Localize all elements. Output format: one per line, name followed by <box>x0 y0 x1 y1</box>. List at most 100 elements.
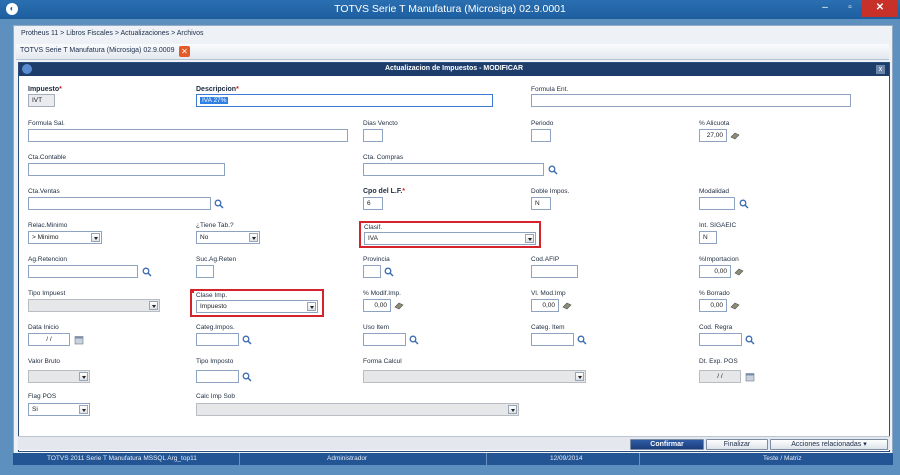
calculator-icon[interactable] <box>730 131 740 141</box>
impuesto-field[interactable]: IVT <box>28 94 55 107</box>
dias-vencto-label: Dias Vencto <box>363 120 398 127</box>
modif-imp-field[interactable]: 0,00 <box>363 299 391 312</box>
formula-ent-label: Formula Ent. <box>531 86 569 93</box>
valor-bruto-select[interactable] <box>28 370 90 383</box>
chevron-down-icon[interactable] <box>79 405 88 414</box>
tipo-impuest-select[interactable] <box>28 299 160 312</box>
doble-impos-label: Doble Impos. <box>531 188 570 195</box>
status-bar: TOTVS 2011 Serie T Manufatura MSSQL Arg_… <box>13 453 893 465</box>
status-divider <box>239 453 240 465</box>
search-icon[interactable] <box>745 335 755 345</box>
search-icon[interactable] <box>548 165 558 175</box>
dt-exp-pos-field[interactable]: / / <box>699 370 741 383</box>
categ-item-field[interactable] <box>531 333 574 346</box>
clasif-select[interactable]: IVA <box>364 232 536 245</box>
int-sigaeic-field[interactable]: N <box>699 231 717 244</box>
descripcion-field[interactable]: IVA 27% <box>196 94 493 107</box>
ag-retencion-field[interactable] <box>28 265 138 278</box>
formula-sal-label: Formula Sal. <box>28 120 65 127</box>
dialog-close-button[interactable]: x <box>876 65 885 74</box>
status-branch: Teste / Matriz <box>763 455 802 462</box>
chevron-down-icon[interactable] <box>575 372 584 381</box>
search-icon[interactable] <box>142 267 152 277</box>
provincia-field[interactable] <box>363 265 381 278</box>
cta-contable-label: Cta.Contable <box>28 154 66 161</box>
suc-ag-reten-field[interactable] <box>196 265 214 278</box>
cpo-lf-field[interactable]: 6 <box>363 197 383 210</box>
chevron-down-icon[interactable] <box>307 302 316 311</box>
acciones-relacionadas-button[interactable]: Acciones relacionadas ▾ <box>770 439 888 450</box>
finalizar-button[interactable]: Finalizar <box>706 439 768 450</box>
clase-imp-label: Clase Imp. <box>196 292 228 299</box>
borrado-field[interactable]: 0,00 <box>699 299 727 312</box>
forma-calcul-select[interactable] <box>363 370 586 383</box>
cta-ventas-label: Cta.Ventas <box>28 188 60 195</box>
minimize-button[interactable]: – <box>812 0 838 17</box>
confirmar-button[interactable]: Confirmar <box>630 439 704 450</box>
periodo-field[interactable] <box>531 129 551 142</box>
tab-main[interactable]: TOTVS Serie T Manufatura (Microsiga) 02.… <box>20 47 174 54</box>
data-inicio-label: Data Inicio <box>28 324 59 331</box>
descripcion-label: Descripcion* <box>196 86 239 93</box>
maximize-button[interactable]: ▫ <box>838 0 862 17</box>
doble-impos-field[interactable]: N <box>531 197 551 210</box>
vl-mod-imp-label: Vl. Mod.Imp <box>531 290 566 297</box>
close-window-button[interactable]: ✕ <box>862 0 898 17</box>
modalidad-field[interactable] <box>699 197 735 210</box>
dialog-title: Actualizacion de Impuestos - MODIFICAR <box>384 65 524 72</box>
calculator-icon[interactable] <box>730 301 740 311</box>
search-icon[interactable] <box>384 267 394 277</box>
dias-vencto-field[interactable] <box>363 129 383 142</box>
cta-compras-label: Cta. Compras <box>363 154 404 161</box>
tab-close-button[interactable]: ✕ <box>179 46 190 57</box>
vl-mod-imp-field[interactable]: 0,00 <box>531 299 559 312</box>
alicuota-label: % Alicuota <box>699 120 730 127</box>
search-icon[interactable] <box>739 199 749 209</box>
tiene-tab-select[interactable]: No <box>196 231 260 244</box>
chevron-down-icon[interactable] <box>508 405 517 414</box>
calendar-icon[interactable] <box>74 335 84 345</box>
clasif-label: Clasif. <box>364 224 383 231</box>
cta-contable-field[interactable] <box>28 163 225 176</box>
status-app: TOTVS 2011 Serie T Manufatura MSSQL Arg_… <box>47 455 197 462</box>
calculator-icon[interactable] <box>394 301 404 311</box>
formula-sal-field[interactable] <box>28 129 348 142</box>
categ-impos-label: Categ.Impos. <box>196 324 235 331</box>
search-icon[interactable] <box>214 199 224 209</box>
uso-item-field[interactable] <box>363 333 406 346</box>
search-icon[interactable] <box>409 335 419 345</box>
flag-pos-label: Flag POS <box>28 393 57 400</box>
formula-ent-field[interactable] <box>531 94 851 107</box>
valor-bruto-label: Valor Bruto <box>28 358 61 365</box>
chevron-down-icon[interactable] <box>91 233 100 242</box>
search-icon[interactable] <box>242 335 252 345</box>
cta-ventas-field[interactable] <box>28 197 211 210</box>
chevron-down-icon[interactable] <box>249 233 258 242</box>
data-inicio-field[interactable]: / / <box>28 333 70 346</box>
chevron-down-icon[interactable] <box>525 234 534 243</box>
clase-imp-select[interactable]: Impuesto <box>196 300 318 313</box>
calculator-icon[interactable] <box>562 301 572 311</box>
status-divider <box>486 453 487 465</box>
acciones-relacionadas-label: Acciones relacionadas <box>791 441 862 448</box>
relac-minimo-value: > Minimo <box>32 234 59 241</box>
alicuota-field[interactable]: 27,00 <box>699 129 727 142</box>
chevron-down-icon[interactable] <box>149 301 158 310</box>
chevron-down-icon[interactable] <box>79 372 88 381</box>
search-icon[interactable] <box>242 372 252 382</box>
tipo-imposto-label: Tipo Imposto <box>196 358 234 365</box>
flag-pos-select[interactable]: Si <box>28 403 90 416</box>
categ-impos-field[interactable] <box>196 333 239 346</box>
search-icon[interactable] <box>577 335 587 345</box>
relac-minimo-select[interactable]: > Minimo <box>28 231 102 244</box>
calculator-icon[interactable] <box>734 267 744 277</box>
cta-compras-field[interactable] <box>363 163 544 176</box>
tipo-imposto-field[interactable] <box>196 370 239 383</box>
tab-bar: TOTVS Serie T Manufatura (Microsiga) 02.… <box>16 44 889 60</box>
impuesto-label: Impuesto* <box>28 86 62 93</box>
calendar-icon[interactable] <box>745 372 755 382</box>
calc-imp-sob-select[interactable] <box>196 403 519 416</box>
cod-afip-field[interactable] <box>531 265 578 278</box>
cod-regra-field[interactable] <box>699 333 742 346</box>
importacion-field[interactable]: 0,00 <box>699 265 731 278</box>
